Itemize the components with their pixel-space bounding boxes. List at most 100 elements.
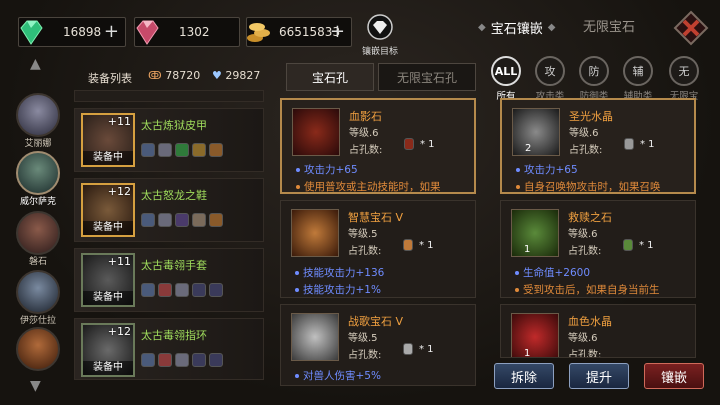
socket-row [141,143,223,157]
avatar-name: 威尔萨克 [19,197,56,207]
defense-type-icon: 防 [579,56,609,86]
filter-support[interactable]: 辅辅助类 [622,56,654,102]
slot-count-label: 占孔数: [569,145,603,156]
wisdom-gem-icon [291,209,339,257]
avatar-scroll-down-icon[interactable]: ▼ [30,378,41,394]
war-song-gem-icon [291,313,339,361]
tab-infinite-gem-slot[interactable]: 无限宝石孔 [378,63,476,91]
slot-count: * 1 [623,239,654,251]
gem-socket-icon [158,283,172,297]
filter-attack[interactable]: 攻攻击类 [534,56,566,102]
remove-button-label: 拆除 [510,370,537,386]
gem-socket-icon [141,353,155,367]
ruby-value: 1302 [179,25,210,39]
holy-light-crystal-icon: 2 [512,108,560,156]
gem-name: 血色水晶 [568,315,612,328]
inlay-button[interactable]: 镶嵌 [644,363,704,389]
equipment-name: 太古毒翎指环 [141,329,207,342]
gem-socket-icon [175,143,189,157]
attack-value: 78720 [165,69,201,82]
gem-name: 救赎之石 [568,211,612,224]
avatar[interactable] [16,270,60,314]
equipped-badge: 装备中 [83,361,133,375]
gem-card[interactable]: 1 血色水晶 等级.6 占孔数: [500,304,696,358]
gem-card[interactable]: 1 救赎之石 等级.6 占孔数: * 1 生命值+2600 受到攻击后，如果自身… [500,200,696,298]
blood-shadow-stone-icon [292,108,340,156]
gem-socket-icon [192,143,206,157]
slot-count-label: 占孔数: [568,350,602,358]
gem-effect: 攻击力+65 [296,162,358,177]
gem-card[interactable]: 智慧宝石 V 等级.5 占孔数: * 1 技能攻击力+136 技能攻击力+1% [280,200,476,298]
socket-row [141,353,223,367]
gold-currency: 66515833 + [246,17,352,47]
gem-effect: 对兽人伤害+5% [295,368,381,383]
list-item[interactable]: +11 装备中 太古炼狱皮甲 [74,108,264,172]
equipment-icon: +12 装备中 [81,323,135,377]
gem-socket-icon [209,143,223,157]
gem-card[interactable]: 血影石 等级.6 占孔数: * 1 攻击力+65 使用普攻或主动技能时，如果 [280,98,476,194]
gem-mini-icon [623,239,633,251]
gem-name: 战歌宝石 V [348,315,404,328]
avatar[interactable] [16,327,60,371]
slot-count-value: * 1 [639,239,654,251]
equipped-badge: 装备中 [83,221,133,235]
gem-mini-icon [403,343,413,355]
gem-socket-icon [158,353,172,367]
heart-shield-icon: ♥ [212,69,222,82]
avatar-name: 艾丽娜 [24,139,52,149]
tab-gem-inlay[interactable]: ◆ 宝石镶嵌 ◆ [478,16,555,38]
equipment-level: +11 [107,255,131,268]
add-gold-button[interactable]: + [330,23,345,41]
list-item[interactable]: +11 装备中 太古毒翎手套 [74,248,264,312]
diamond-target-icon [367,14,393,40]
emerald-icon [20,20,43,45]
gem-effect-text: 自身召唤物攻击时，如果召唤 [524,181,661,193]
socket-row [141,213,223,227]
slot-count-label: 占孔数: [568,246,602,257]
attack-stat: ↂ 78720 [148,69,200,82]
gem-count: 1 [524,348,531,358]
tab-gem-inlay-label: 宝石镶嵌 [490,21,543,37]
infinite-type-icon: 无 [669,56,699,86]
gem-level: 等级.5 [348,333,378,344]
equipment-name: 太古炼狱皮甲 [141,119,207,132]
gem-socket-icon [209,353,223,367]
ruby-currency: 1302 [134,17,240,47]
avatar[interactable] [16,151,60,195]
inlay-target-button[interactable]: 镶嵌目标 [360,14,400,57]
slot-count: * 1 [403,343,434,355]
gem-effect-text: 使用普攻或主动技能时，如果 [304,181,441,193]
defense-value: 29827 [225,69,261,82]
tab-gem-slot[interactable]: 宝石孔 [286,63,374,91]
gem-name: 智慧宝石 V [348,211,404,224]
gem-count: 1 [524,244,531,255]
remove-button[interactable]: 拆除 [494,363,554,389]
filter-all[interactable]: ALL 所有 [490,56,522,102]
avatar-scroll-up-icon[interactable]: ▲ [30,56,41,72]
gem-effect: 技能攻击力+1% [295,282,381,297]
gem-level: 等级.5 [348,229,378,240]
avatar[interactable] [16,93,60,137]
upgrade-button[interactable]: 提升 [569,363,629,389]
gem-effect-text: 技能攻击力+1% [303,284,381,296]
emerald-currency: 16898 + [18,17,126,47]
gem-card[interactable]: 2 圣光水晶 等级.6 占孔数: * 1 攻击力+65 自身召唤物攻击时，如果召… [500,98,696,194]
close-icon[interactable] [673,10,709,46]
equipment-list-title: 装备列表 [88,72,132,85]
gem-effect: 攻击力+65 [516,162,578,177]
inlay-button-label: 镶嵌 [660,370,687,386]
gem-socket-icon [209,283,223,297]
avatar[interactable] [16,211,60,255]
slot-count-value: * 1 [640,138,655,150]
gem-level: 等级.6 [568,229,598,240]
gem-socket-icon [141,213,155,227]
gem-card[interactable]: 战歌宝石 V 等级.5 占孔数: * 1 对兽人伤害+5% [280,304,476,386]
slot-count: * 1 [624,138,655,150]
tab-infinite-gem[interactable]: 无限宝石 [583,16,635,38]
tab-gem-slot-label: 宝石孔 [311,70,348,85]
list-item[interactable]: +12 装备中 太古毒翎指环 [74,318,264,380]
add-emerald-button[interactable]: + [104,23,119,41]
filter-defense[interactable]: 防防御类 [578,56,610,102]
gem-socket-icon [175,213,189,227]
list-item[interactable]: +12 装备中 太古怒龙之鞋 [74,178,264,242]
